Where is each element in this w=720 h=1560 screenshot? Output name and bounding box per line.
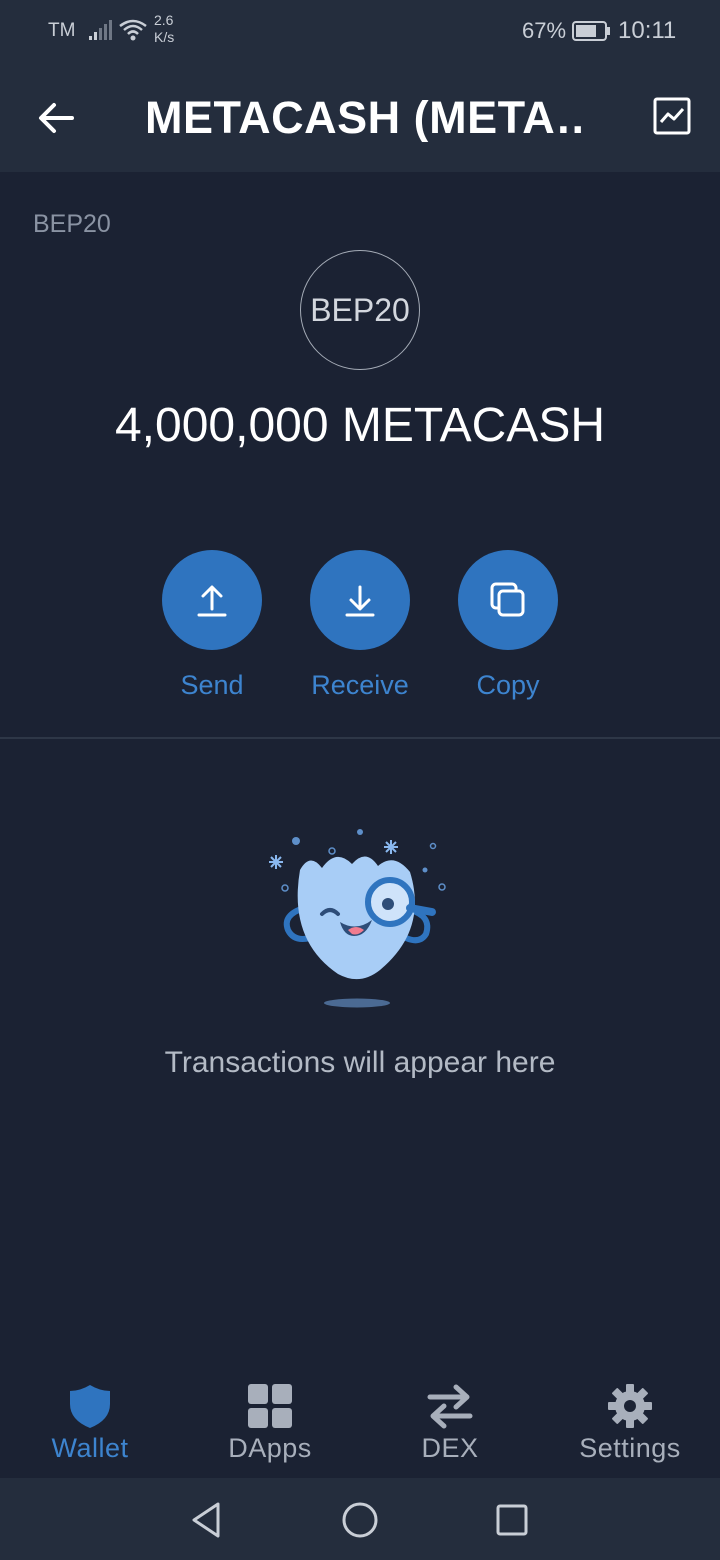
divider: [0, 737, 720, 739]
network-label: BEP20: [33, 210, 111, 238]
copy-icon: [490, 582, 525, 617]
nav-dex-label: DEX: [421, 1433, 479, 1463]
empty-transactions-message: Transactions will appear here: [164, 1046, 556, 1079]
copy-button-circle[interactable]: [458, 550, 558, 650]
nav-dapps-label: DApps: [228, 1433, 312, 1463]
send-button[interactable]: Send: [162, 550, 262, 700]
copy-button[interactable]: Copy: [458, 550, 558, 700]
nav-dapps[interactable]: DApps: [180, 1370, 360, 1478]
nav-wallet-label: Wallet: [51, 1433, 129, 1463]
nav-wallet[interactable]: Wallet: [0, 1370, 180, 1478]
swap-arrows-icon: [427, 1384, 473, 1429]
token-balance: 4,000,000 METACASH: [114, 399, 605, 452]
grid-icon: [248, 1384, 292, 1428]
bottom-nav: Wallet DApps DEX Settings: [0, 1370, 720, 1478]
token-logo: BEP20: [300, 250, 420, 370]
gear-icon: [608, 1384, 652, 1428]
signal-icon: [89, 20, 112, 40]
arrow-up-icon: [197, 585, 227, 617]
system-back-icon[interactable]: [184, 1498, 228, 1542]
system-nav-bar: [0, 1478, 720, 1560]
page-title: METACASH (META…: [145, 94, 585, 142]
network-speed: 2.6 K/s: [154, 12, 174, 46]
system-recents-icon[interactable]: [490, 1498, 534, 1542]
price-chart-icon[interactable]: [650, 94, 694, 138]
battery-icon: [572, 21, 610, 41]
nav-dex[interactable]: DEX: [360, 1370, 540, 1478]
receive-button[interactable]: Receive: [310, 550, 410, 700]
searching-mascot-illustration: [269, 829, 446, 1008]
nav-settings-label: Settings: [579, 1433, 681, 1463]
send-button-circle[interactable]: [162, 550, 262, 650]
system-home-icon[interactable]: [338, 1498, 382, 1542]
token-logo-text: BEP20: [310, 291, 410, 328]
wifi-icon: [119, 19, 147, 41]
receive-button-circle[interactable]: [310, 550, 410, 650]
network-speed-value: 2.6: [154, 12, 174, 28]
status-bar: TM 2.6 K/s 67% 10:11: [0, 0, 720, 64]
arrow-down-icon: [345, 585, 375, 617]
nav-settings[interactable]: Settings: [540, 1370, 720, 1478]
arrow-left-icon[interactable]: [32, 94, 80, 142]
clock: 10:11: [618, 17, 677, 44]
battery-percent: 67%: [522, 18, 567, 43]
app-bar: METACASH (META…: [0, 64, 720, 172]
carrier-label: TM: [48, 20, 76, 41]
copy-label[interactable]: Copy: [418, 670, 598, 701]
network-speed-unit: K/s: [154, 29, 175, 45]
shield-icon: [70, 1385, 110, 1428]
